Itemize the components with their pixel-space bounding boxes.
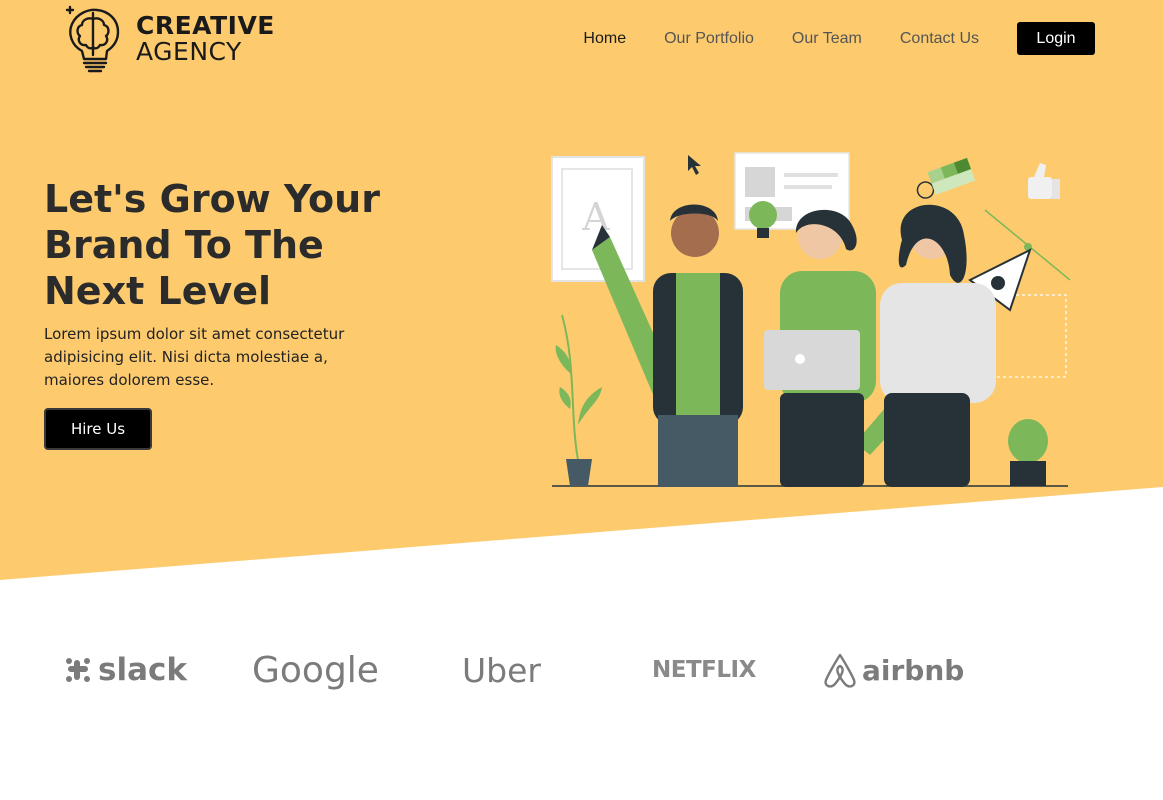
brand-name: Uber [462,650,541,690]
brand-google: Google [252,640,379,700]
brand-airbnb: airbnb [822,640,964,700]
thumbs-up-icon [1028,163,1060,199]
plant-left [555,314,602,486]
nav-home[interactable]: Home [583,23,626,55]
brain-lightbulb-icon [65,5,120,73]
main-nav: Home Our Portfolio Our Team Contact Us L… [583,22,1095,55]
login-button[interactable]: Login [1017,22,1095,55]
brand-name: slack [98,652,187,688]
logo-title-line1: CREATIVE [136,10,275,40]
brand-name: NETFLIX [652,657,756,683]
logo-title-line2: AGENCY [136,37,242,66]
person-woman-laptop [764,209,876,487]
brand-name: Google [252,649,379,691]
brand-logos: slack Google Uber NETFLIX airbnb [0,640,1163,700]
hero-title: Let's Grow Your Brand To The Next Level [44,177,380,313]
brand-logo[interactable]: CREATIVE AGENCY [62,4,282,74]
lightbulb-icon [749,201,777,238]
brand-netflix: NETFLIX [652,640,756,700]
person-woman-pen [880,204,996,487]
nav-our-portfolio[interactable]: Our Portfolio [664,23,754,55]
slack-logo-icon [66,658,90,682]
airbnb-logo-icon [824,653,856,688]
brand-uber: Uber [462,640,541,700]
brand-name: airbnb [862,653,965,687]
cursor-icon [688,155,701,175]
hero-subtitle: Lorem ipsum dolor sit amet consectetur a… [44,325,345,389]
hire-us-button[interactable]: Hire Us [44,408,152,450]
color-swatch-icon [916,157,976,199]
cactus-plant [1008,419,1048,486]
nav-contact-us[interactable]: Contact Us [900,23,979,55]
person-man [653,204,743,487]
brand-slack: slack [62,640,187,700]
team-illustration: A [551,152,1071,487]
nav-our-team[interactable]: Our Team [792,23,862,55]
